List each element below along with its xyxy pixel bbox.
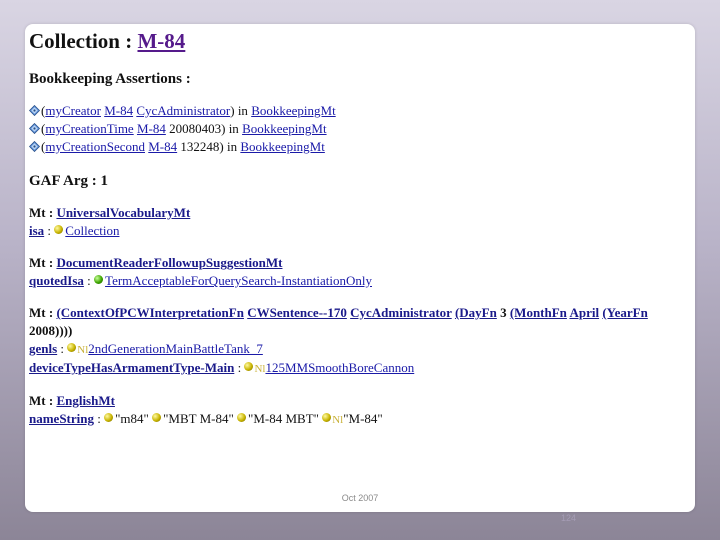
context-fn-link[interactable]: (ContextOfPCWInterpretationFn bbox=[56, 305, 244, 320]
mt-block-docreader: Mt : DocumentReaderFollowupSuggestionMt … bbox=[29, 254, 689, 290]
in-word: in bbox=[226, 139, 238, 154]
arg2-value: 20080403 bbox=[169, 121, 222, 136]
collection-link[interactable]: M-84 bbox=[137, 29, 185, 53]
arg2-value: 132248 bbox=[180, 139, 220, 154]
arg1-link[interactable]: M-84 bbox=[104, 103, 133, 118]
value-link-cannon[interactable]: 125MMSmoothBoreCannon bbox=[265, 360, 414, 375]
mt-link-bookkeeping[interactable]: BookkeepingMt bbox=[251, 103, 336, 118]
close-paren: ) bbox=[230, 103, 235, 118]
bookkeeping-heading: Bookkeeping Assertions : bbox=[29, 71, 191, 87]
predicate-link[interactable]: myCreationTime bbox=[45, 121, 133, 136]
colon: : bbox=[97, 411, 101, 426]
predicate-link[interactable]: myCreationSecond bbox=[45, 139, 145, 154]
close-paren: ) bbox=[219, 139, 224, 154]
day-value: 3 bbox=[500, 305, 507, 320]
mt-link-universal-vocabulary[interactable]: UniversalVocabularyMt bbox=[56, 205, 190, 220]
mt-block-english: Mt : EnglishMt nameString : "m84" "MBT M… bbox=[29, 392, 689, 429]
in-word: in bbox=[228, 121, 239, 136]
bookkeeping-row: (myCreationTime M-84 20080403) in Bookke… bbox=[28, 120, 689, 138]
yearfn-link[interactable]: (YearFn bbox=[602, 305, 648, 320]
mt-line: Mt : DocumentReaderFollowupSuggestionMt bbox=[29, 254, 689, 272]
name-string-value: "MBT M-84" bbox=[163, 411, 234, 426]
colon: : bbox=[60, 341, 65, 356]
name-string-value: "M-84" bbox=[343, 411, 383, 426]
colon: : bbox=[47, 223, 52, 238]
bookkeeping-list: (myCreator M-84 CycAdministrator) in Boo… bbox=[28, 102, 689, 156]
assertion-line: genls : Nl2ndGenerationMainBattleTank_7 bbox=[29, 340, 689, 359]
footer-date: Oct 2007 bbox=[341, 493, 379, 503]
nl-marker: Nl bbox=[77, 344, 89, 356]
predicate-link-genls[interactable]: genls bbox=[29, 341, 57, 356]
value-link-main-battle-tank[interactable]: 2ndGenerationMainBattleTank_7 bbox=[88, 341, 263, 356]
colon: : bbox=[237, 360, 242, 375]
green-ball-icon[interactable] bbox=[94, 275, 104, 284]
cw-sentence-link[interactable]: CWSentence--170 bbox=[247, 305, 347, 320]
name-string-value: "M-84 MBT" bbox=[248, 411, 319, 426]
assertion-gem-icon[interactable] bbox=[28, 121, 41, 135]
assertion-gem-icon[interactable] bbox=[28, 139, 41, 153]
mt-line: Mt : UniversalVocabularyMt bbox=[29, 204, 689, 222]
page-number: 124 bbox=[561, 513, 577, 523]
mt-line: Mt : EnglishMt bbox=[29, 392, 689, 410]
value-link-term-acceptable[interactable]: TermAcceptableForQuerySearch-Instantiati… bbox=[105, 273, 372, 288]
mt-label: Mt : bbox=[29, 305, 54, 320]
year-value: 2008)))) bbox=[29, 323, 73, 338]
assertion-gem-icon[interactable] bbox=[28, 103, 41, 117]
predicate-link-isa[interactable]: isa bbox=[29, 223, 44, 238]
slide: Collection : M-84 Bookkeeping Assertions… bbox=[25, 24, 695, 512]
close-paren: ) bbox=[221, 121, 226, 136]
mt-link-english[interactable]: EnglishMt bbox=[56, 393, 115, 408]
page-title-prefix: Collection : bbox=[29, 29, 133, 53]
predicate-link-device-type[interactable]: deviceTypeHasArmamentType-Main bbox=[29, 360, 234, 375]
gaf-arg-heading: GAF Arg : 1 bbox=[29, 173, 109, 189]
assertion-line: isa : Collection bbox=[29, 222, 689, 240]
assertion-line: nameString : "m84" "MBT M-84" "M-84 MBT"… bbox=[29, 410, 689, 429]
bookkeeping-row: (myCreationSecond M-84 132248) in Bookke… bbox=[28, 138, 689, 156]
colon: : bbox=[87, 273, 91, 288]
mt-link-bookkeeping[interactable]: BookkeepingMt bbox=[240, 139, 325, 154]
name-string-value: "m84" bbox=[115, 411, 149, 426]
arg1-link[interactable]: M-84 bbox=[148, 139, 177, 154]
dayfn-link[interactable]: (DayFn bbox=[455, 305, 497, 320]
page-title: Collection : M-84 bbox=[29, 28, 689, 54]
cyc-browser-page: Collection : M-84 Bookkeeping Assertions… bbox=[28, 26, 689, 429]
mt-label: Mt : bbox=[29, 205, 54, 220]
yellow-ball-icon[interactable] bbox=[322, 413, 332, 422]
yellow-ball-icon[interactable] bbox=[152, 413, 162, 422]
arg2-link[interactable]: CycAdministrator bbox=[136, 103, 230, 118]
yellow-ball-icon[interactable] bbox=[104, 413, 114, 422]
mt-link-bookkeeping[interactable]: BookkeepingMt bbox=[242, 121, 327, 136]
mt-block-context: Mt : (ContextOfPCWInterpretationFn CWSen… bbox=[29, 304, 689, 378]
bookkeeping-row: (myCreator M-84 CycAdministrator) in Boo… bbox=[28, 102, 689, 120]
arg1-link[interactable]: M-84 bbox=[137, 121, 166, 136]
mt-label: Mt : bbox=[29, 393, 54, 408]
cyc-administrator-link[interactable]: CycAdministrator bbox=[350, 305, 452, 320]
predicate-link[interactable]: myCreator bbox=[45, 103, 101, 118]
yellow-ball-icon[interactable] bbox=[54, 225, 64, 234]
yellow-ball-icon[interactable] bbox=[67, 343, 77, 352]
predicate-link-namestring[interactable]: nameString bbox=[29, 411, 94, 426]
mt-label: Mt : bbox=[29, 255, 54, 270]
mt-block-universal: Mt : UniversalVocabularyMt isa : Collect… bbox=[29, 204, 689, 240]
value-link-collection[interactable]: Collection bbox=[65, 223, 119, 238]
in-word: in bbox=[237, 103, 248, 118]
mt-link-document-reader[interactable]: DocumentReaderFollowupSuggestionMt bbox=[56, 255, 282, 270]
yellow-ball-icon[interactable] bbox=[237, 413, 247, 422]
nl-marker: Nl bbox=[254, 363, 266, 375]
mt-line: Mt : (ContextOfPCWInterpretationFn CWSen… bbox=[29, 304, 689, 340]
nl-marker: Nl bbox=[332, 414, 344, 426]
yellow-ball-icon[interactable] bbox=[244, 362, 254, 371]
predicate-link-quotedisa[interactable]: quotedIsa bbox=[29, 273, 84, 288]
april-link[interactable]: April bbox=[569, 305, 599, 320]
monthfn-link[interactable]: (MonthFn bbox=[510, 305, 567, 320]
assertion-line: quotedIsa : TermAcceptableForQuerySearch… bbox=[29, 272, 689, 290]
assertion-line: deviceTypeHasArmamentType-Main : Nl125MM… bbox=[29, 359, 689, 378]
